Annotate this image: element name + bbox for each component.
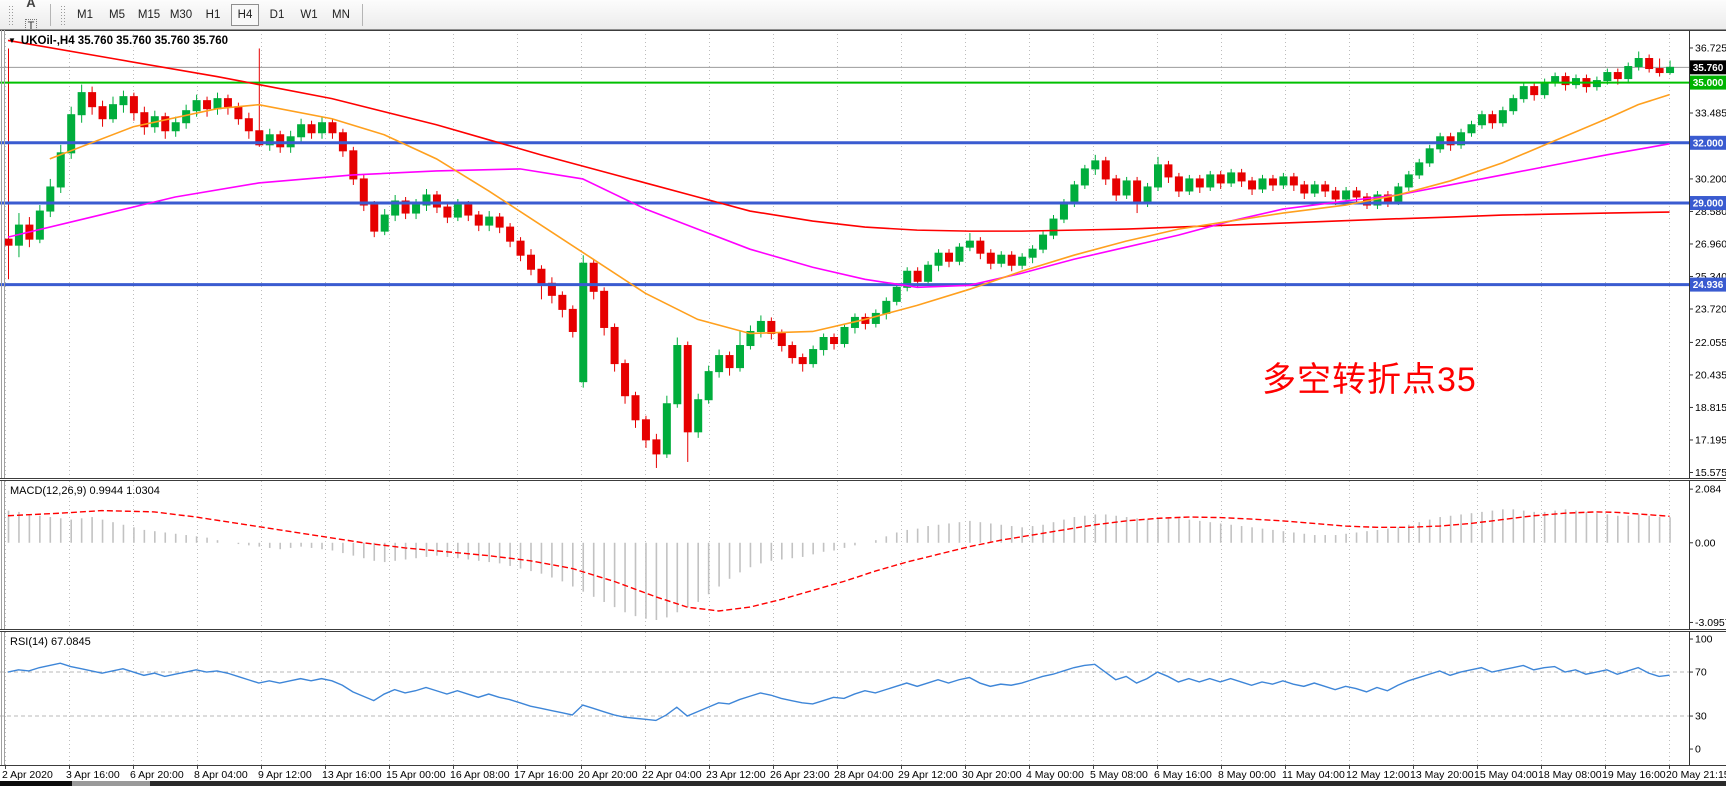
rsi-line xyxy=(8,663,1670,720)
time-tick-label: 9 Apr 12:00 xyxy=(258,769,312,781)
time-tick-label: 13 May 20:00 xyxy=(1410,769,1474,781)
toolbar-separator xyxy=(50,4,51,26)
grid-vertical-lines xyxy=(6,30,1670,478)
timeframe-button-m1[interactable]: M1 xyxy=(71,4,99,26)
time-tick-label: 16 Apr 08:00 xyxy=(450,769,510,781)
svg-text:35.760: 35.760 xyxy=(1693,63,1724,74)
chart-text-annotation: 多空转折点35 xyxy=(1262,352,1477,401)
time-tick-label: 8 Apr 04:00 xyxy=(194,769,248,781)
toolbar-drag-handle-2[interactable] xyxy=(60,5,65,25)
rsi-indicator-label: RSI(14) 67.0845 xyxy=(10,636,91,648)
timeframe-button-h1[interactable]: H1 xyxy=(199,4,227,26)
svg-text:100: 100 xyxy=(1695,634,1713,646)
svg-text:22.055: 22.055 xyxy=(1695,337,1726,349)
svg-text:0.00: 0.00 xyxy=(1695,537,1716,549)
svg-text:0: 0 xyxy=(1695,744,1701,756)
timeframe-button-h4[interactable]: H4 xyxy=(231,4,259,26)
time-tick-label: 17 Apr 16:00 xyxy=(514,769,574,781)
time-tick-label: 29 Apr 12:00 xyxy=(898,769,958,781)
svg-text:26.960: 26.960 xyxy=(1695,238,1726,250)
trading-platform-window: FAT❖▾ M1M5M15M30H1H4D1W1MN 36.725 33.485 3… xyxy=(0,0,1726,786)
svg-text:15.575: 15.575 xyxy=(1695,467,1726,478)
svg-text:-3.0957: -3.0957 xyxy=(1695,617,1726,629)
bottom-edge-segment-light xyxy=(72,781,150,786)
time-tick-label: 5 May 08:00 xyxy=(1090,769,1148,781)
time-tick-label: 26 Apr 23:00 xyxy=(770,769,830,781)
chevron-down-icon[interactable]: ▼ xyxy=(8,36,16,45)
price-axis: 36.72533.48530.20028.58026.96025.34023.7… xyxy=(1689,30,1726,478)
timeframe-buttons: M1M5M15M30H1H4D1W1MN xyxy=(69,4,357,26)
symbol-name: UKOil-,H4 xyxy=(21,35,75,47)
time-axis[interactable]: 2 Apr 2020 3 Apr 16:00 6 Apr 20:00 8 Apr 04… xyxy=(0,765,1726,781)
ma-fast-orange-line xyxy=(50,95,1670,334)
time-tick-label: 15 May 04:00 xyxy=(1474,769,1538,781)
time-tick-label: 22 Apr 04:00 xyxy=(642,769,702,781)
toolbar-separator-2 xyxy=(362,4,363,26)
time-tick-label: 6 Apr 20:00 xyxy=(130,769,184,781)
svg-text:35.000: 35.000 xyxy=(1693,78,1724,89)
svg-text:30: 30 xyxy=(1695,711,1707,723)
svg-text:29.000: 29.000 xyxy=(1693,199,1724,210)
label-tool-button[interactable]: A xyxy=(18,0,44,15)
time-tick-label: 15 Apr 00:00 xyxy=(386,769,446,781)
bottom-edge-segment-dark xyxy=(0,781,72,786)
macd-signal-line xyxy=(8,511,1670,611)
time-tick-label: 19 May 16:00 xyxy=(1602,769,1666,781)
label-tool-icon: A xyxy=(26,0,35,10)
time-tick-label: 11 May 04:00 xyxy=(1282,769,1345,781)
time-tick-label: 6 May 16:00 xyxy=(1154,769,1212,781)
svg-text:18.815: 18.815 xyxy=(1695,402,1726,414)
window-left-edge xyxy=(2,30,5,478)
svg-text:2.084: 2.084 xyxy=(1695,484,1721,496)
grid-vertical-lines xyxy=(6,481,1670,629)
candlesticks xyxy=(5,48,1674,467)
rsi-indicator-panel[interactable]: 100 70 30 0 xyxy=(0,632,1726,765)
time-tick-label: 30 Apr 20:00 xyxy=(962,769,1022,781)
timeframe-button-m5[interactable]: M5 xyxy=(103,4,131,26)
svg-text:23.720: 23.720 xyxy=(1695,303,1726,315)
svg-text:17.195: 17.195 xyxy=(1695,434,1726,446)
svg-text:36.725: 36.725 xyxy=(1695,42,1726,54)
time-tick-label: 13 Apr 16:00 xyxy=(322,769,382,781)
grid-vertical-lines xyxy=(6,632,1670,765)
price-axis: 2.084 0.00 -3.0957 xyxy=(1689,481,1726,629)
time-tick-label: 23 Apr 12:00 xyxy=(706,769,766,781)
timeframe-button-d1[interactable]: D1 xyxy=(263,4,291,26)
main-price-chart[interactable]: 36.72533.48530.20028.58026.96025.34023.7… xyxy=(0,30,1726,478)
window-left-edge xyxy=(2,632,5,765)
timeframe-button-w1[interactable]: W1 xyxy=(295,4,323,26)
time-tick-label: 18 May 08:00 xyxy=(1538,769,1602,781)
ohlc-quote-values: 35.760 35.760 35.760 35.760 xyxy=(78,35,228,47)
svg-text:32.000: 32.000 xyxy=(1693,138,1724,149)
macd-histogram xyxy=(9,509,1671,620)
time-tick-label: 28 Apr 04:00 xyxy=(834,769,894,781)
window-left-edge xyxy=(2,481,5,629)
time-tick-label: 12 May 12:00 xyxy=(1346,769,1410,781)
macd-indicator-panel[interactable]: 2.084 0.00 -3.0957 xyxy=(0,481,1726,629)
time-tick-label: 2 Apr 2020 xyxy=(2,769,53,781)
price-axis: 100 70 30 0 xyxy=(1689,632,1713,765)
timeframe-button-m15[interactable]: M15 xyxy=(135,4,163,26)
timeframe-button-mn[interactable]: MN xyxy=(327,4,355,26)
svg-text:24.936: 24.936 xyxy=(1693,280,1724,291)
svg-text:30.200: 30.200 xyxy=(1695,173,1726,185)
toolbar-drag-handle[interactable] xyxy=(8,5,13,25)
time-tick-label: 20 Apr 20:00 xyxy=(578,769,638,781)
time-tick-label: 8 May 00:00 xyxy=(1218,769,1276,781)
time-tick-label: 3 Apr 16:00 xyxy=(66,769,120,781)
chart-symbol-title: ▼ UKOil-,H4 35.760 35.760 35.760 35.760 xyxy=(8,35,228,47)
time-tick-label: 4 May 00:00 xyxy=(1026,769,1084,781)
rsi-level-lines xyxy=(0,672,1689,716)
chart-toolbar: FAT❖▾ M1M5M15M30H1H4D1W1MN xyxy=(0,0,1726,30)
svg-text:20.435: 20.435 xyxy=(1695,369,1726,381)
time-tick-label: 20 May 21:15 xyxy=(1666,769,1726,781)
svg-text:70: 70 xyxy=(1695,667,1707,679)
bottom-window-edge xyxy=(0,781,1726,786)
macd-indicator-label: MACD(12,26,9) 0.9944 1.0304 xyxy=(10,485,160,497)
svg-text:33.485: 33.485 xyxy=(1695,107,1726,119)
timeframe-button-m30[interactable]: M30 xyxy=(167,4,195,26)
